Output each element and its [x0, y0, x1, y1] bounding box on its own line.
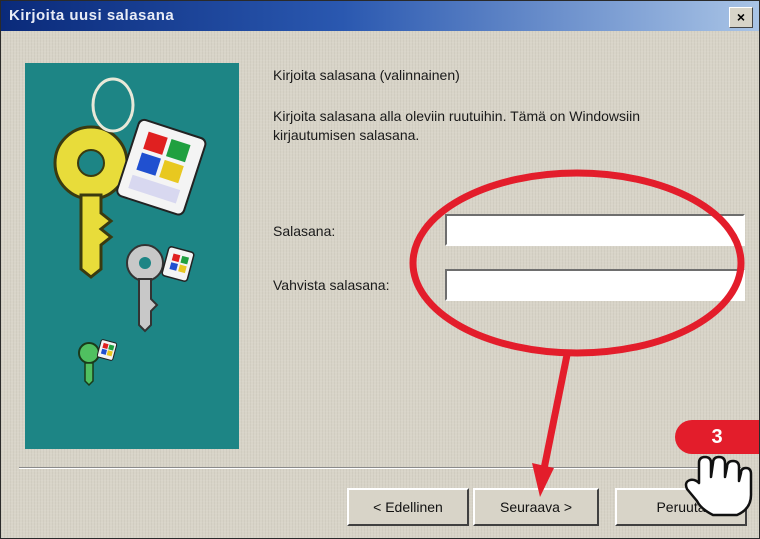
annotation-overlay — [409, 169, 753, 517]
hand-cursor-icon — [684, 455, 753, 517]
arrow-icon — [532, 354, 571, 497]
wizard-window: Kirjoita uusi salasana × Kirjoita salasa… — [0, 0, 760, 539]
highlight-ellipse — [409, 169, 745, 357]
